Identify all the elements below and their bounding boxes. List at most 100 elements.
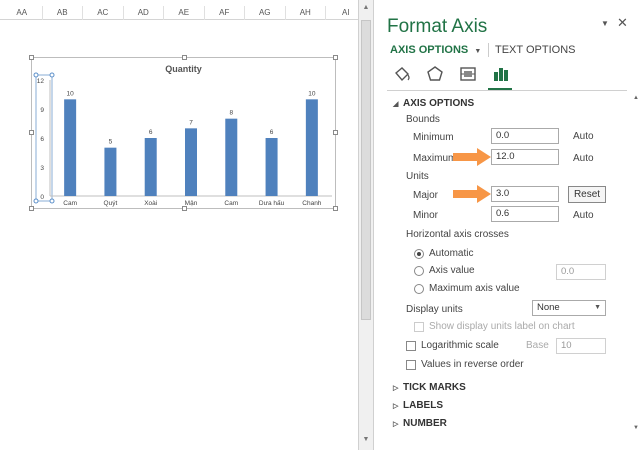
bounds-label: Bounds [406, 114, 440, 125]
tab-text-options[interactable]: TEXT OPTIONS [495, 44, 575, 56]
resize-handle-top-left[interactable] [29, 55, 34, 60]
close-icon[interactable]: ✕ [617, 15, 628, 31]
number-header-label: NUMBER [403, 418, 447, 429]
scroll-up-arrow-icon[interactable]: ▲ [633, 95, 639, 101]
axis-selection-handle[interactable] [49, 72, 55, 78]
scroll-down-arrow-icon[interactable]: ▼ [359, 434, 373, 446]
number-section-header[interactable]: ▷ NUMBER [393, 418, 447, 429]
resize-handle-bottom-left[interactable] [29, 206, 34, 211]
resize-handle-middle-left[interactable] [29, 130, 34, 135]
format-axis-pane: Format Axis ▼ ✕ AXIS OPTIONS ▼ TEXT OPTI… [375, 0, 643, 450]
chevron-down-icon[interactable]: ▼ [474, 48, 481, 55]
resize-handle-middle-right[interactable] [333, 130, 338, 135]
column-header[interactable]: AD [124, 6, 164, 20]
x-tick-label[interactable]: Chanh [302, 200, 322, 207]
scroll-thumb[interactable] [361, 20, 371, 320]
axis-value-label[interactable]: Axis value [429, 265, 475, 276]
chart-bar[interactable] [305, 99, 318, 196]
chart-bar[interactable] [225, 118, 238, 196]
chart-bar[interactable] [265, 138, 278, 196]
show-display-units-label: Show display units label on chart [429, 321, 575, 332]
scroll-up-arrow-icon[interactable]: ▲ [359, 2, 373, 14]
chart-object[interactable]: Quantity 0 3 6 9 12 10 Cam 5 Quýt 6 Xoài 7 Mận 8 Cam 6 D… [29, 55, 338, 211]
x-tick-label[interactable]: Dưa hấu [259, 198, 285, 207]
axis-selection-handle[interactable] [33, 198, 39, 204]
pane-scrollbar[interactable]: ▲ ▼ [633, 95, 641, 435]
bar-data-label[interactable]: 7 [189, 119, 193, 126]
major-label: Major [413, 190, 439, 201]
tab-axis-options[interactable]: AXIS OPTIONS ▼ [390, 44, 481, 56]
chart-plot[interactable]: 03691210Cam5Quýt6Xoài7Mận8Cam6Dưa hấu10C… [32, 58, 337, 210]
bar-data-label[interactable]: 10 [67, 90, 75, 97]
x-tick-label[interactable]: Quýt [104, 200, 118, 207]
bar-data-label[interactable]: 6 [149, 129, 153, 136]
base-input[interactable]: 10 [556, 338, 606, 354]
sheet-vertical-scrollbar[interactable]: ▲ ▼ [358, 0, 374, 450]
axis-value-input[interactable]: 0.0 [556, 264, 606, 280]
bar-data-label[interactable]: 10 [308, 90, 316, 97]
maximum-input[interactable]: 12.0 [491, 149, 559, 165]
resize-handle-bottom-middle[interactable] [182, 206, 187, 211]
minimum-input[interactable]: 0.0 [491, 128, 559, 144]
axis-options-section-header[interactable]: ◢ AXIS OPTIONS [393, 98, 474, 109]
scroll-down-arrow-icon[interactable]: ▼ [633, 425, 639, 431]
values-reverse-order-checkbox[interactable] [406, 360, 416, 370]
x-tick-label[interactable]: Xoài [144, 200, 157, 207]
annotation-arrow-major [453, 185, 491, 203]
chart-bar[interactable] [144, 138, 157, 196]
size-properties-icon[interactable] [458, 65, 478, 83]
column-header[interactable]: AF [205, 6, 245, 20]
y-tick-label[interactable]: 12 [37, 78, 45, 85]
axis-selection-handle[interactable] [33, 72, 39, 78]
expand-triangle-icon: ▷ [393, 421, 399, 428]
axis-selection-handle[interactable] [49, 198, 55, 204]
automatic-radio[interactable] [414, 249, 424, 259]
column-header[interactable]: AE [164, 6, 205, 20]
major-reset-button[interactable]: Reset [568, 186, 606, 203]
maximum-axis-value-label[interactable]: Maximum axis value [429, 283, 520, 294]
y-tick-label[interactable]: 0 [40, 194, 44, 201]
y-tick-label[interactable]: 9 [40, 107, 44, 114]
maximum-auto-label: Auto [573, 153, 594, 164]
bar-data-label[interactable]: 8 [229, 110, 233, 117]
column-header[interactable]: AB [43, 6, 83, 20]
bar-data-label[interactable]: 6 [270, 129, 274, 136]
column-header[interactable]: AI [326, 6, 358, 20]
chart-bar[interactable] [104, 147, 117, 196]
resize-handle-top-middle[interactable] [182, 55, 187, 60]
column-header[interactable]: AA [2, 6, 43, 20]
labels-header-label: LABELS [403, 400, 443, 411]
labels-section-header[interactable]: ▷ LABELS [393, 400, 443, 411]
effects-icon[interactable] [425, 65, 445, 83]
chevron-down-icon[interactable]: ▼ [601, 19, 609, 28]
logarithmic-scale-label[interactable]: Logarithmic scale [421, 340, 499, 351]
annotation-arrow-maximum [453, 148, 491, 166]
axis-value-radio[interactable] [414, 266, 424, 276]
show-display-units-checkbox[interactable] [414, 322, 424, 332]
resize-handle-bottom-right[interactable] [333, 206, 338, 211]
y-tick-label[interactable]: 6 [40, 136, 44, 143]
axis-options-icon[interactable] [491, 65, 511, 83]
column-header[interactable]: AH [286, 6, 326, 20]
tab-separator [488, 43, 489, 57]
tick-marks-section-header[interactable]: ▷ TICK MARKS [393, 382, 466, 393]
values-reverse-order-label[interactable]: Values in reverse order [421, 359, 524, 370]
chart-bar[interactable] [64, 99, 77, 196]
x-tick-label[interactable]: Cam [63, 200, 77, 207]
maximum-axis-value-radio[interactable] [414, 284, 424, 294]
major-input[interactable]: 3.0 [491, 186, 559, 202]
y-tick-label[interactable]: 3 [40, 165, 44, 172]
column-header[interactable]: AG [245, 6, 286, 20]
automatic-label[interactable]: Automatic [429, 248, 473, 259]
chart-bar[interactable] [185, 128, 197, 196]
x-tick-label[interactable]: Cam [224, 200, 238, 207]
bar-data-label[interactable]: 5 [109, 139, 113, 146]
worksheet-area[interactable]: AA AB AC AD AE AF AG AH AI Quantity 0 3 6 9 12 10 Cam 5… [0, 0, 358, 450]
display-units-label: Display units [406, 304, 463, 315]
display-units-dropdown[interactable]: None ▼ [532, 300, 606, 316]
fill-line-icon[interactable] [392, 65, 412, 83]
minor-input[interactable]: 0.6 [491, 206, 559, 222]
column-header[interactable]: AC [83, 6, 124, 20]
logarithmic-scale-checkbox[interactable] [406, 341, 416, 351]
resize-handle-top-right[interactable] [333, 55, 338, 60]
